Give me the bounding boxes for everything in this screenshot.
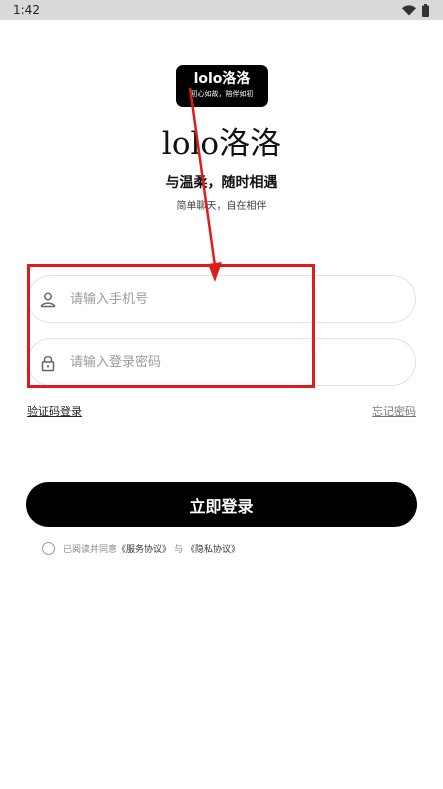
phone-field[interactable]	[27, 275, 416, 323]
status-icons	[402, 3, 429, 17]
agreement-prefix: 已阅读并同意	[63, 544, 118, 555]
status-bar: 1:42	[0, 0, 443, 20]
forgot-password-link[interactable]: 忘记密码	[372, 403, 416, 419]
login-button[interactable]: 立即登录	[26, 482, 417, 527]
password-input[interactable]	[70, 339, 400, 385]
app-logo: lolo洛洛 初心如故，陪伴如初	[176, 65, 268, 107]
phone-input[interactable]	[70, 276, 400, 322]
logo-subtitle: 初心如故，陪伴如初	[190, 90, 254, 98]
status-time: 1:42	[13, 3, 40, 17]
annotation-arrow-icon	[188, 87, 222, 282]
password-field[interactable]	[27, 338, 416, 386]
lock-icon	[41, 355, 55, 372]
logo-title: lolo洛洛	[193, 71, 251, 87]
agreement-checkbox[interactable]	[42, 541, 55, 555]
wifi-icon	[402, 4, 416, 15]
service-agreement-link[interactable]: 《服务协议》	[117, 542, 171, 555]
agreement-row: 已阅读并同意 《服务协议》 与 《隐私协议》	[42, 540, 240, 556]
user-icon	[40, 292, 56, 308]
slogan: 与温柔，随时相遇	[165, 175, 278, 191]
agreement-separator: 与	[174, 544, 184, 555]
battery-icon	[422, 3, 429, 17]
login-screen: 1:42 lolo洛洛 初心如故，陪伴如初 lolo洛洛 与温柔，随时相遇 简单…	[0, 0, 443, 789]
privacy-agreement-link[interactable]: 《隐私协议》	[186, 542, 240, 555]
app-name: lolo洛洛	[161, 126, 282, 162]
subslogan: 简单聊天，自在相伴	[176, 201, 267, 212]
sms-login-link[interactable]: 验证码登录	[27, 403, 82, 419]
